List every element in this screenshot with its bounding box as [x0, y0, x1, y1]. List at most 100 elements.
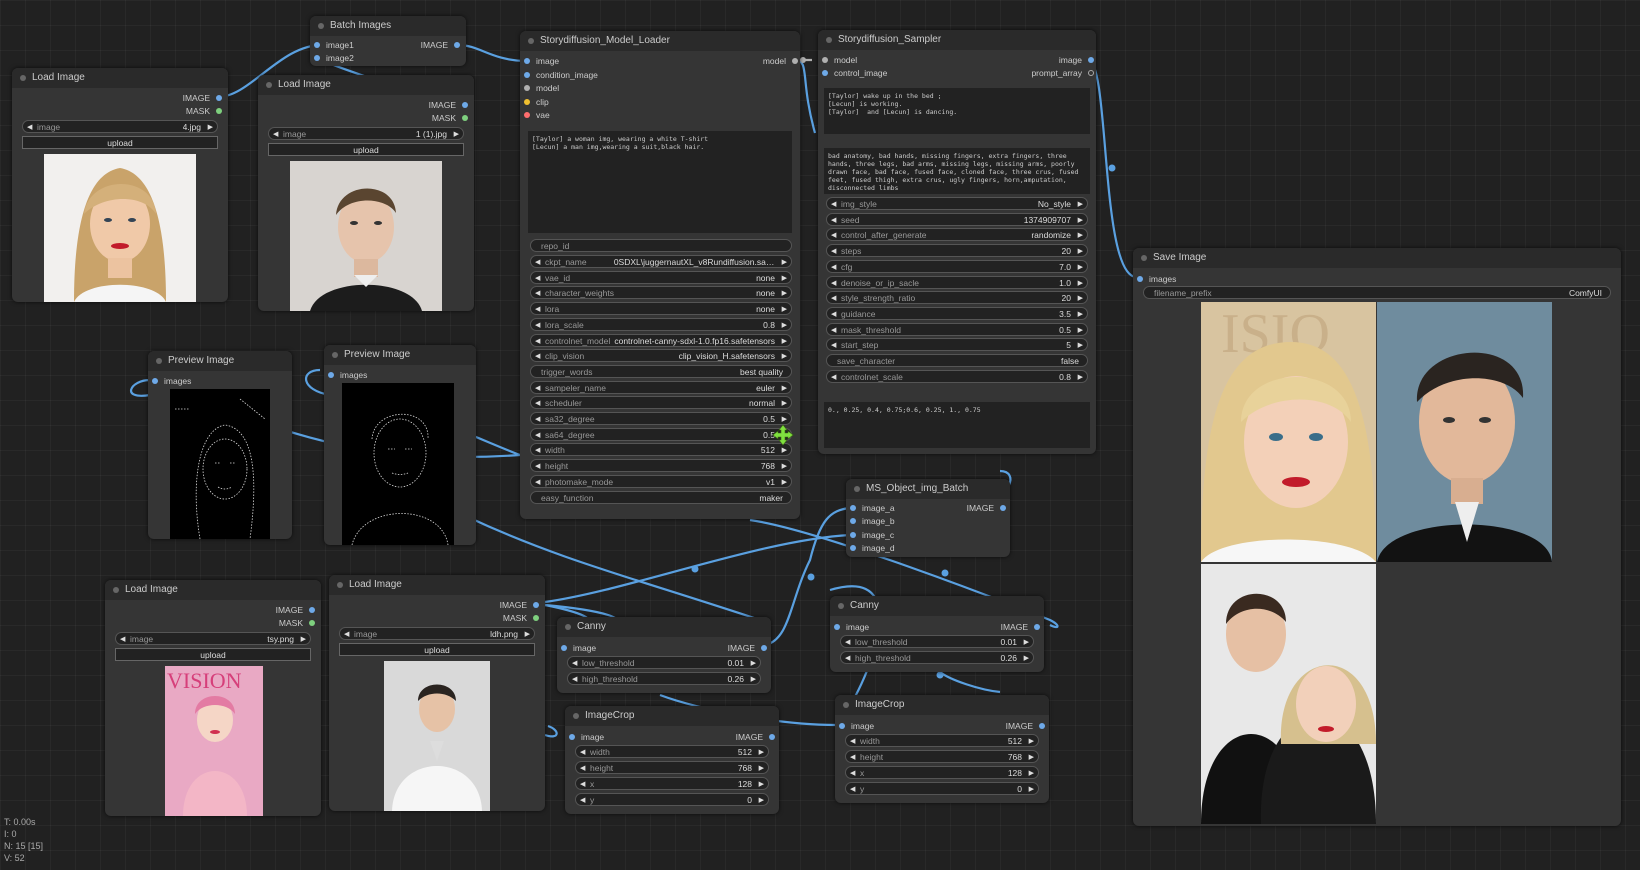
node-collapse-dot[interactable] — [332, 352, 338, 358]
arrow-left-icon[interactable]: ◀ — [831, 277, 836, 290]
output-image-slot[interactable]: IMAGE — [736, 731, 776, 743]
node-collapse-dot[interactable] — [826, 37, 832, 43]
canny-node-2[interactable]: Canny image IMAGE ◀ low_threshold 0.01 ▶ ◀ h… — [830, 596, 1044, 672]
controlnet-scale-widget[interactable]: ◀ controlnet_scale 0.8 ▶ — [826, 369, 1088, 384]
output-image-slot[interactable]: IMAGE — [1001, 621, 1041, 633]
node-collapse-dot[interactable] — [854, 486, 860, 492]
arrow-right-icon[interactable]: ▶ — [1024, 652, 1029, 665]
x-stepper[interactable]: ◀ x 128 ▶ — [575, 777, 769, 790]
input-image-b-slot[interactable]: image_b — [850, 515, 895, 527]
node-collapse-dot[interactable] — [843, 702, 849, 708]
arrow-right-icon[interactable]: ▶ — [1078, 324, 1083, 337]
preview-image-node-1[interactable]: Preview Image images — [148, 351, 292, 539]
node-title[interactable]: Load Image — [258, 75, 474, 95]
input-condition-image-slot[interactable]: condition_image — [524, 69, 598, 81]
output-image-slot[interactable]: image — [1059, 54, 1095, 66]
arrow-left-icon[interactable]: ◀ — [831, 292, 836, 305]
arrow-right-icon[interactable]: ▶ — [782, 476, 787, 489]
node-title[interactable]: MS_Object_img_Batch — [846, 479, 1010, 499]
input-image-slot[interactable]: image — [834, 621, 869, 633]
output-image-slot[interactable]: IMAGE — [421, 39, 461, 51]
output-mask-slot[interactable]: MASK — [432, 112, 469, 124]
arrow-left-icon[interactable]: ◀ — [845, 636, 850, 649]
arrow-left-icon[interactable]: ◀ — [831, 339, 836, 352]
node-title[interactable]: Load Image — [12, 68, 228, 88]
output-model-slot[interactable]: model — [763, 55, 799, 67]
input-image-a-slot[interactable]: image_a — [850, 502, 895, 514]
arrow-left-icon[interactable]: ◀ — [572, 657, 577, 670]
upload-button[interactable]: upload — [339, 643, 535, 656]
arrow-left-icon[interactable]: ◀ — [27, 121, 32, 134]
arrow-left-icon[interactable]: ◀ — [535, 303, 540, 316]
arrow-left-icon[interactable]: ◀ — [535, 319, 540, 332]
arrow-left-icon[interactable]: ◀ — [580, 746, 585, 759]
node-title[interactable]: Save Image — [1133, 248, 1621, 268]
start-step-widget[interactable]: ◀ start_step 5 ▶ — [826, 338, 1088, 352]
arrow-left-icon[interactable]: ◀ — [831, 214, 836, 227]
arrow-left-icon[interactable]: ◀ — [535, 287, 540, 300]
style-strength-ratio-widget[interactable]: ◀ style_strength_ratio 20 ▶ — [826, 291, 1088, 305]
arrow-right-icon[interactable]: ▶ — [782, 303, 787, 316]
node-title[interactable]: Canny — [557, 617, 771, 637]
arrow-left-icon[interactable]: ◀ — [831, 245, 836, 258]
node-title[interactable]: ImageCrop — [835, 695, 1049, 715]
output-image-slot[interactable]: IMAGE — [429, 99, 469, 111]
height-widget[interactable]: ◀ height 768 ▶ — [530, 459, 792, 473]
preview-image-node-2[interactable]: Preview Image images — [324, 345, 476, 545]
arrow-left-icon[interactable]: ◀ — [831, 229, 836, 242]
arrow-left-icon[interactable]: ◀ — [831, 261, 836, 274]
input-images-slot[interactable]: images — [328, 369, 367, 381]
cfg-widget[interactable]: ◀ cfg 7.0 ▶ — [826, 259, 1088, 274]
height-stepper[interactable]: ◀ height 768 ▶ — [845, 750, 1039, 763]
output-mask-slot[interactable]: MASK — [503, 612, 540, 624]
arrow-right-icon[interactable]: ▶ — [782, 397, 787, 410]
arrow-right-icon[interactable]: ▶ — [782, 335, 787, 348]
node-collapse-dot[interactable] — [1141, 255, 1147, 261]
image-combo[interactable]: ◀ image tsy.png ▶ — [115, 632, 311, 645]
output-image-slot[interactable]: IMAGE — [183, 92, 223, 104]
arrow-right-icon[interactable]: ▶ — [1078, 261, 1083, 274]
node-title[interactable]: Storydiffusion_Model_Loader — [520, 31, 800, 51]
input-clip-slot[interactable]: clip — [524, 96, 549, 108]
arrow-right-icon[interactable]: ▶ — [1078, 229, 1083, 242]
arrow-left-icon[interactable]: ◀ — [344, 628, 349, 641]
canny-node-1[interactable]: Canny image IMAGE ◀ low_threshold 0.01 ▶ ◀ h… — [557, 617, 771, 693]
input-image-slot[interactable]: image — [524, 55, 559, 67]
arrow-left-icon[interactable]: ◀ — [535, 476, 540, 489]
img-style-widget[interactable]: ◀ img_style No_style ▶ — [826, 197, 1088, 210]
arrow-left-icon[interactable]: ◀ — [831, 371, 836, 384]
storydiffusion-sampler-node[interactable]: Storydiffusion_Sampler model control_ima… — [818, 30, 1096, 454]
input-vae-slot[interactable]: vae — [524, 109, 550, 121]
node-collapse-dot[interactable] — [528, 38, 534, 44]
arrow-right-icon[interactable]: ▶ — [1078, 214, 1083, 227]
ms-object-img-batch-node[interactable]: MS_Object_img_Batch image_a image_b imag… — [846, 479, 1010, 557]
arrow-right-icon[interactable]: ▶ — [525, 628, 530, 641]
node-title[interactable]: Batch Images — [310, 16, 466, 36]
output-image-slot[interactable]: IMAGE — [500, 599, 540, 611]
arrow-right-icon[interactable]: ▶ — [782, 382, 787, 395]
arrow-left-icon[interactable]: ◀ — [535, 272, 540, 285]
arrow-right-icon[interactable]: ▶ — [1078, 308, 1083, 321]
load-image-node-3[interactable]: Load Image IMAGE MASK ◀ image tsy.png ▶ upl… — [105, 580, 321, 816]
control-after-generate-widget[interactable]: ◀ control_after_generate randomize ▶ — [826, 228, 1088, 242]
easy-function-field[interactable]: easy_function maker — [530, 490, 792, 504]
input-image-d-slot[interactable]: image_d — [850, 542, 895, 554]
node-collapse-dot[interactable] — [156, 358, 162, 364]
arrow-left-icon[interactable]: ◀ — [580, 762, 585, 775]
character-prompt-textarea[interactable]: [Taylor] a woman img, wearing a white T-… — [528, 131, 792, 233]
arrow-right-icon[interactable]: ▶ — [1078, 245, 1083, 258]
trigger-words-field[interactable]: trigger_words best quality — [530, 364, 792, 378]
guidance-widget[interactable]: ◀ guidance 3.5 ▶ — [826, 306, 1088, 321]
arrow-right-icon[interactable]: ▶ — [782, 350, 787, 363]
node-collapse-dot[interactable] — [113, 587, 119, 593]
input-image-slot[interactable]: image — [839, 720, 874, 732]
node-collapse-dot[interactable] — [838, 603, 844, 609]
upload-button[interactable]: upload — [115, 648, 311, 661]
arrow-left-icon[interactable]: ◀ — [572, 673, 577, 686]
arrow-right-icon[interactable]: ▶ — [301, 633, 306, 646]
arrow-right-icon[interactable]: ▶ — [782, 319, 787, 332]
node-title[interactable]: Load Image — [105, 580, 321, 600]
input-image-slot[interactable]: image — [561, 642, 596, 654]
arrow-right-icon[interactable]: ▶ — [1078, 198, 1083, 211]
arrow-right-icon[interactable]: ▶ — [782, 287, 787, 300]
